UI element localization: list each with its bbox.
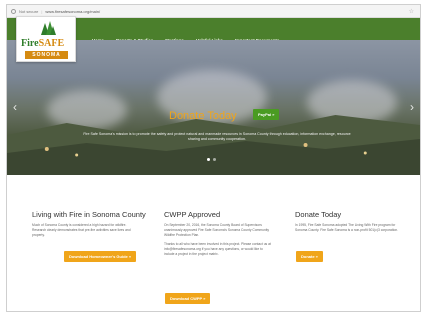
- url-separator: |: [41, 8, 43, 14]
- slider-next-arrow[interactable]: ›: [410, 100, 414, 114]
- logo-sonoma: SONOMA: [25, 51, 68, 59]
- column-title: Donate Today: [295, 210, 342, 219]
- hero-title: Donate Today: [169, 110, 237, 122]
- donate-button[interactable]: Donate »: [296, 251, 323, 262]
- column-text: On September 20, 2016, the Sonoma County…: [164, 223, 270, 237]
- logo-wordmark: FireSAFE: [21, 38, 64, 49]
- download-cwpp-button[interactable]: Download CWPP »: [165, 293, 211, 304]
- column-text: Much of Sonoma County is considered a hi…: [32, 223, 131, 237]
- tree-icon: [41, 21, 56, 35]
- security-status: Not secure: [19, 8, 39, 14]
- column-title: CWPP Approved: [164, 210, 221, 219]
- column-cwpp-approved: CWPP Approved On September 20, 2016, the…: [164, 210, 272, 257]
- slider-dots: [207, 158, 216, 161]
- logo-safe: SAFE: [38, 38, 65, 49]
- column-donate-today: Donate Today In 1995, Fire Safe Sonoma a…: [295, 210, 407, 233]
- column-text: In 1995, Fire Safe Sonoma adopted The Li…: [295, 223, 399, 232]
- column-text-2: Thanks to all who have been involved in …: [164, 242, 271, 256]
- mission-text: Fire Safe Sonoma's mission is to promote…: [83, 132, 351, 141]
- slider-dot[interactable]: [213, 158, 216, 161]
- paypal-button[interactable]: PayPal »: [253, 109, 280, 120]
- column-title: Living with Fire in Sonoma County: [32, 210, 146, 219]
- info-icon[interactable]: [11, 8, 16, 14]
- site-logo[interactable]: FireSAFE SONOMA: [16, 16, 76, 62]
- slider-prev-arrow[interactable]: ‹: [13, 100, 17, 114]
- url-text[interactable]: www.firesafesonoma.org/main/: [45, 9, 100, 14]
- bookmark-star-icon[interactable]: ☆: [409, 8, 414, 15]
- download-homeowners-guide-button[interactable]: Download Homeowner's Guide »: [64, 251, 137, 262]
- slider-dot-active[interactable]: [207, 158, 210, 161]
- logo-fire: Fire: [21, 38, 39, 49]
- column-living-with-fire: Living with Fire in Sonoma County Much o…: [32, 210, 146, 238]
- browser-window: Not secure | www.firesafesonoma.org/main…: [6, 4, 421, 312]
